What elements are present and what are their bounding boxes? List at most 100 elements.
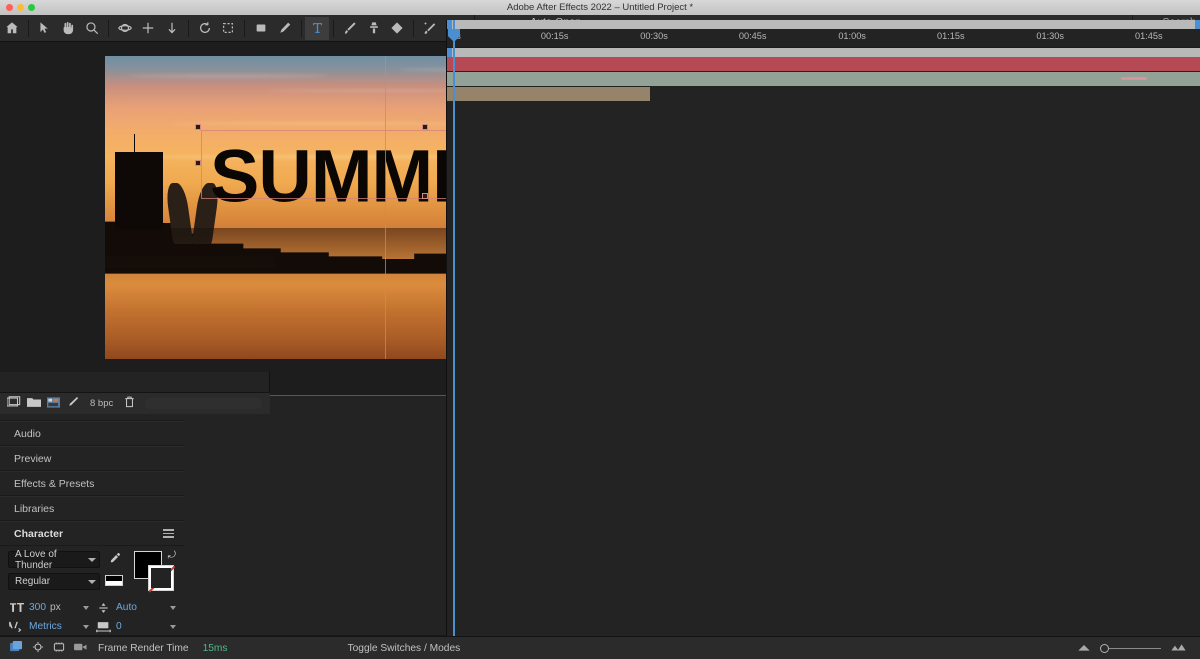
render-queue-icon[interactable] xyxy=(10,641,23,656)
panel-preview[interactable]: Preview xyxy=(0,446,184,471)
time-ruler[interactable]: 0s 00:15s 00:30s 00:45s 01:00s 01:15s 01… xyxy=(447,29,1200,48)
pan-tool-icon[interactable] xyxy=(136,17,160,40)
rotation-tool-icon[interactable] xyxy=(193,17,217,40)
font-size-value: 300 xyxy=(29,602,46,613)
chevron-down-icon[interactable] xyxy=(83,625,89,629)
toolbar-divider xyxy=(188,20,189,37)
panel-audio[interactable]: Audio xyxy=(0,421,184,446)
eyedropper-icon[interactable] xyxy=(108,552,121,568)
scroll-start-handle[interactable] xyxy=(447,48,452,57)
panel-libraries[interactable]: Libraries xyxy=(0,496,184,521)
toolbar-divider xyxy=(28,20,29,37)
chevron-down-icon[interactable] xyxy=(170,606,176,610)
new-footage-icon[interactable] xyxy=(7,396,21,411)
transform-handle[interactable] xyxy=(422,193,428,199)
selection-tool-icon[interactable] xyxy=(33,17,57,40)
building-tower xyxy=(115,152,163,231)
eraser-tool-icon[interactable] xyxy=(386,17,410,40)
transform-handle[interactable] xyxy=(195,124,201,130)
antenna xyxy=(134,134,135,158)
new-folder-icon[interactable] xyxy=(27,396,41,411)
toolbar-divider xyxy=(301,20,302,37)
swap-fill-stroke-icon[interactable]: ⤾ xyxy=(168,550,176,561)
roto-brush-tool-icon[interactable] xyxy=(418,17,442,40)
dolly-tool-icon[interactable] xyxy=(160,17,184,40)
delete-icon[interactable] xyxy=(124,396,135,411)
zoom-out-icon[interactable] xyxy=(1078,643,1090,654)
kerning-property[interactable]: Metrics xyxy=(8,617,89,636)
panel-effects-presets[interactable]: Effects & Presets xyxy=(0,471,184,496)
project-footer-bar xyxy=(145,398,262,409)
ruler-tick: 01:30s xyxy=(1036,31,1064,41)
right-dock: Info Audio Preview Effects & Presets Lib… xyxy=(0,396,184,659)
ruler-tick: 01:45s xyxy=(1135,31,1163,41)
layer-bar-audio[interactable] xyxy=(447,72,1200,86)
zoom-slider-knob[interactable] xyxy=(1100,644,1109,653)
toolbar-divider xyxy=(244,20,245,37)
leading-property[interactable]: Auto xyxy=(95,598,176,617)
timeline-zoom-control[interactable] xyxy=(1078,643,1200,654)
ruler-tick: 01:00s xyxy=(838,31,866,41)
type-tool-icon[interactable] xyxy=(305,17,329,40)
layer-bar-summer[interactable] xyxy=(447,57,1200,71)
audio-waveform-blip xyxy=(1121,77,1147,80)
ram-preview-icon[interactable] xyxy=(53,641,65,656)
expand-layers-icon[interactable] xyxy=(32,641,44,656)
kerning-value: Metrics xyxy=(29,621,62,632)
character-properties: 300 px Auto Metrics 0 xyxy=(8,598,176,636)
character-panel-menu-icon[interactable] xyxy=(163,527,174,539)
stroke-color-swatch[interactable] xyxy=(148,565,174,591)
layer-bars-area[interactable] xyxy=(447,57,1200,641)
toolbar-divider xyxy=(413,20,414,37)
cloud-streak xyxy=(126,74,329,78)
zoom-tool-icon[interactable] xyxy=(80,17,104,40)
font-style-select[interactable]: Regular xyxy=(8,573,100,590)
work-area-bar[interactable] xyxy=(447,20,1200,29)
hand-tool-icon[interactable] xyxy=(56,17,80,40)
panel-character[interactable]: Character xyxy=(0,521,184,546)
auto-save-icon[interactable] xyxy=(74,641,87,656)
clone-stamp-tool-icon[interactable] xyxy=(362,17,386,40)
font-family-value: A Love of Thunder xyxy=(15,549,82,571)
new-composition-icon[interactable] xyxy=(47,397,60,411)
work-area-start-handle[interactable] xyxy=(447,20,452,29)
kerning-icon xyxy=(8,621,25,632)
timeline-graph-area[interactable]: 0s 00:15s 00:30s 00:45s 01:00s 01:15s 01… xyxy=(446,20,1200,659)
transform-handle[interactable] xyxy=(195,160,201,166)
layer-bar-img[interactable] xyxy=(447,87,650,101)
font-style-value: Regular xyxy=(15,576,50,587)
font-size-icon xyxy=(8,602,25,613)
transform-handle[interactable] xyxy=(422,124,428,130)
ruler-tick: 00:30s xyxy=(640,31,668,41)
after-effects-window: Adobe After Effects 2022 – Untitled Proj… xyxy=(0,0,1200,659)
zoom-slider-track[interactable] xyxy=(1109,648,1161,649)
font-size-property[interactable]: 300 px xyxy=(8,598,89,617)
bit-depth-label[interactable]: 8 bpc xyxy=(85,397,118,410)
anchor-point-tool-icon[interactable] xyxy=(216,17,240,40)
work-area-end-handle[interactable] xyxy=(1195,20,1200,29)
pen-tool-icon[interactable] xyxy=(273,17,297,40)
orbit-tool-icon[interactable] xyxy=(113,17,137,40)
rectangle-tool-icon[interactable] xyxy=(249,17,273,40)
zoom-in-icon[interactable] xyxy=(1171,643,1186,654)
chevron-down-icon[interactable] xyxy=(83,606,89,610)
project-settings-icon[interactable] xyxy=(66,396,79,411)
ruler-tick: 00:45s xyxy=(739,31,767,41)
playhead[interactable] xyxy=(453,20,455,641)
brush-tool-icon[interactable] xyxy=(338,17,362,40)
fill-stroke-color-group[interactable]: ⤾ xyxy=(128,551,176,591)
window-title: Adobe After Effects 2022 – Untitled Proj… xyxy=(0,2,1200,13)
timeline-horizontal-scrollbar[interactable] xyxy=(447,48,1200,57)
home-icon[interactable] xyxy=(0,17,24,40)
tracking-property[interactable]: 0 xyxy=(95,617,176,636)
toolbar-divider xyxy=(333,20,334,37)
font-family-select[interactable]: A Love of Thunder xyxy=(8,551,100,568)
black-white-swatch-icon[interactable] xyxy=(105,575,123,586)
chevron-down-icon xyxy=(88,580,96,584)
ruler-tick: 01:15s xyxy=(937,31,965,41)
toggle-switches-modes-button[interactable]: Toggle Switches / Modes xyxy=(238,643,461,654)
no-stroke-slash-icon xyxy=(149,566,176,593)
title-bar: Adobe After Effects 2022 – Untitled Proj… xyxy=(0,0,1200,15)
chevron-down-icon[interactable] xyxy=(170,625,176,629)
scroll-end-handle[interactable] xyxy=(1195,48,1200,57)
